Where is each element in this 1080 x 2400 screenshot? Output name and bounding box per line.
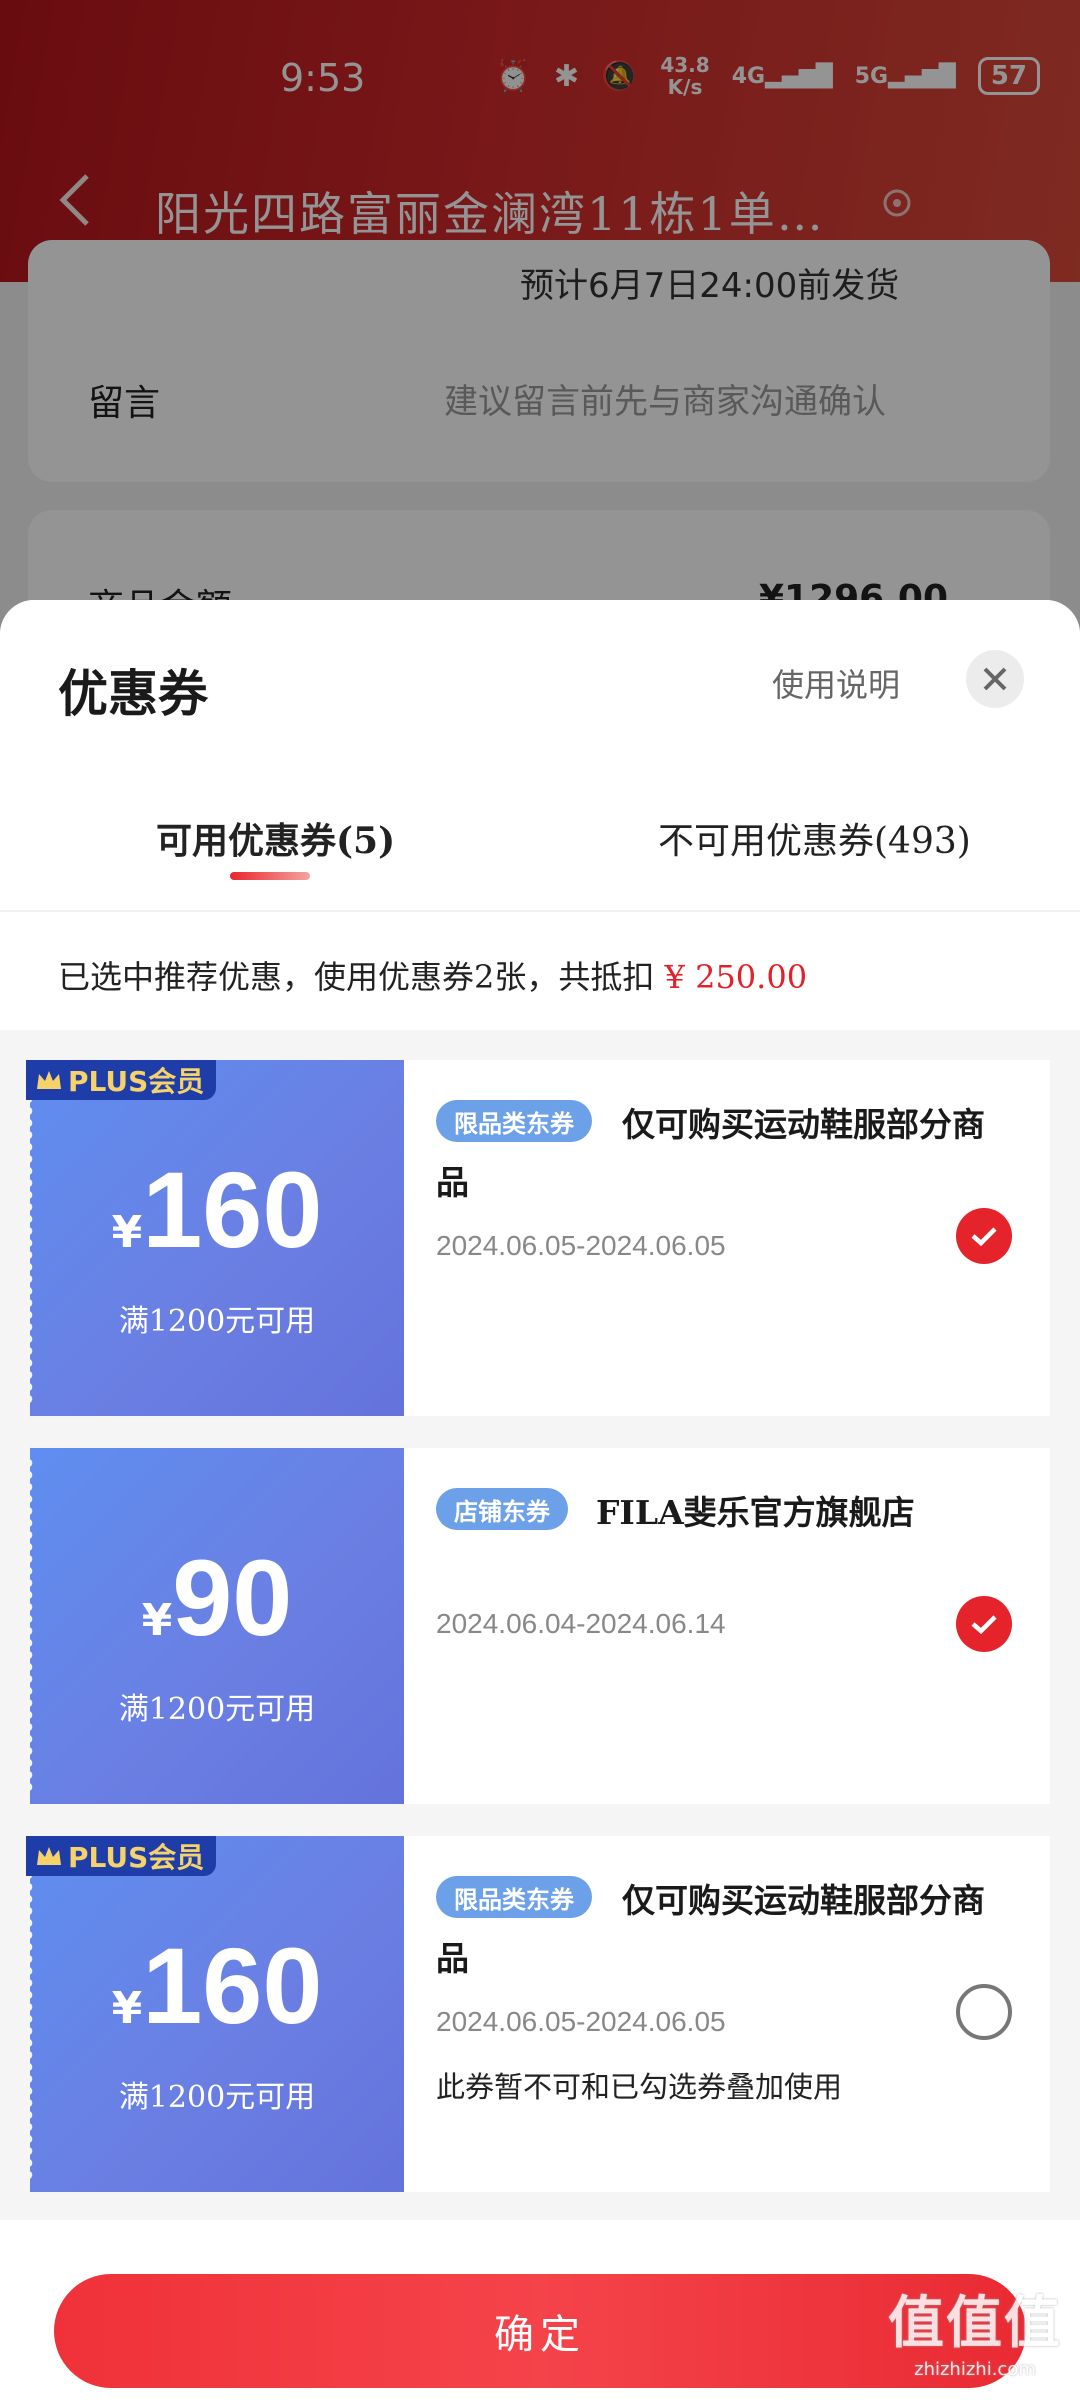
coupon-card[interactable]: PLUS会员 ¥160 满1200元可用 仅可购买运动鞋服部分商品 限品类东券 … [26,1060,1050,1416]
watermark: 值值值 zhizhizhi.com [888,2278,1062,2380]
coupon-validity: 2024.06.05-2024.06.05 [436,1230,726,1261]
coupon-details: FILA斐乐官方旗舰店 店铺东券 2024.06.04-2024.06.14 [404,1448,1050,1804]
crown-icon [37,1071,61,1089]
currency-symbol: ¥ [111,1983,143,2034]
watermark-logo: 值值值 [888,2290,1062,2356]
coupon-amount-wrap: ¥160 [30,1156,404,1264]
coupon-amount-wrap: ¥160 [30,1932,404,2040]
coupon-stacking-note: 此券暂不可和已勾选券叠加使用 [436,2070,843,2104]
close-icon [983,667,1007,691]
summary-text: 已选中推荐优惠，使用优惠券2张，共抵扣 [58,958,655,996]
active-tab-indicator [230,872,310,880]
tab-available-coupons[interactable]: 可用优惠券(5) [156,812,395,864]
watermark-url: zhizhizhi.com [914,2359,1036,2380]
plus-badge-label: PLUS会员 [68,1065,205,1098]
coupon-validity: 2024.06.04-2024.06.14 [436,1608,726,1639]
coupon-type-tag: 限品类东券 [436,1100,592,1142]
coupon-card[interactable]: ¥90 满1200元可用 FILA斐乐官方旗舰店 店铺东券 2024.06.04… [28,1448,1050,1804]
coupon-value-panel: ¥90 满1200元可用 [28,1448,404,1804]
coupon-sheet: 优惠券 使用说明 可用优惠券(5) 不可用优惠券(493) 已选中推荐优惠，使用… [0,600,1080,2400]
checkmark-icon [971,1227,997,1247]
divider [0,910,1080,912]
checkmark-icon [971,1615,997,1635]
coupon-amount: 160 [142,1925,323,2046]
coupon-type-tag: 限品类东券 [436,1876,592,1918]
coupon-type-tag: 店铺东券 [436,1488,568,1530]
coupon-details: 仅可购买运动鞋服部分商品 限品类东券 2024.06.05-2024.06.05 [404,1060,1050,1416]
currency-symbol: ¥ [141,1595,173,1646]
coupon-card[interactable]: PLUS会员 ¥160 满1200元可用 仅可购买运动鞋服部分商品 限品类东券 … [26,1836,1050,2192]
plus-badge-label: PLUS会员 [68,1841,205,1874]
coupon-condition: 满1200元可用 [118,1304,316,1339]
coupon-amount: 90 [172,1537,293,1658]
sheet-title: 优惠券 [58,664,208,723]
coupon-validity: 2024.06.05-2024.06.05 [436,2006,726,2037]
coupon-value-panel: PLUS会员 ¥160 满1200元可用 [26,1060,404,1416]
crown-icon [37,1847,61,1865]
sheet-footer: 确定 值值值 zhizhizhi.com [0,2220,1080,2400]
coupon-details: 仅可购买运动鞋服部分商品 限品类东券 2024.06.05-2024.06.05… [404,1836,1050,2192]
discount-summary: 已选中推荐优惠，使用优惠券2张，共抵扣 ¥ 250.00 [58,952,807,998]
tab-unavailable-coupons[interactable]: 不可用优惠券(493) [658,812,971,864]
currency-symbol: ¥ [111,1207,143,1258]
confirm-button[interactable]: 确定 [54,2274,1026,2388]
coupon-checkbox[interactable] [956,1984,1012,2040]
coupon-value-panel: PLUS会员 ¥160 满1200元可用 [26,1836,404,2192]
coupon-amount-wrap: ¥90 [30,1544,404,1652]
plus-member-badge: PLUS会员 [26,1060,217,1100]
coupon-condition: 满1200元可用 [118,1692,316,1727]
plus-member-badge: PLUS会员 [26,1836,217,1876]
coupon-checkbox[interactable] [956,1208,1012,1264]
usage-instructions-link[interactable]: 使用说明 [772,660,900,706]
summary-amount: ¥ 250.00 [664,958,808,996]
close-button[interactable] [966,650,1024,708]
coupon-checkbox[interactable] [956,1596,1012,1652]
sheet-header: 优惠券 使用说明 可用优惠券(5) 不可用优惠券(493) 已选中推荐优惠，使用… [0,600,1080,1030]
coupon-condition: 满1200元可用 [118,2080,316,2115]
coupon-amount: 160 [142,1149,323,1270]
